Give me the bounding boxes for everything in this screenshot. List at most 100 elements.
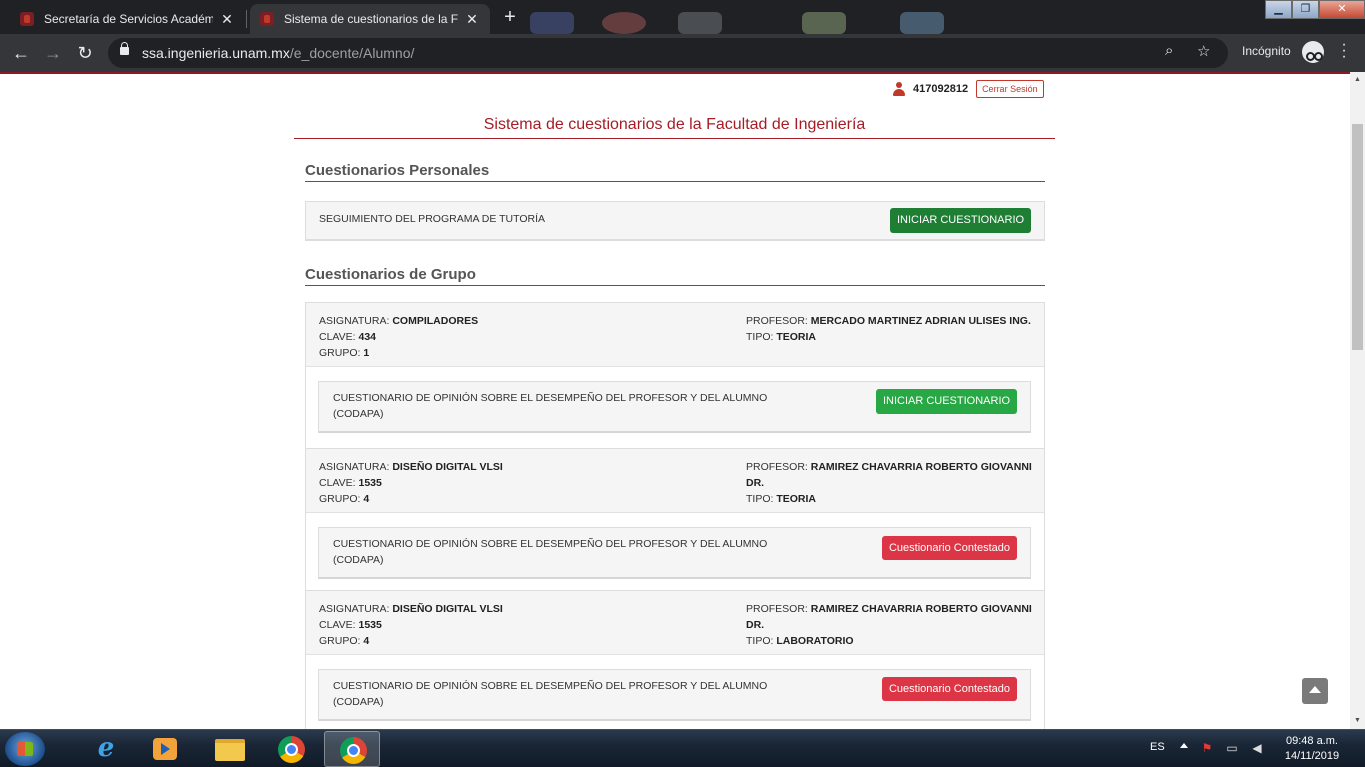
scrollbar-thumb[interactable] (1352, 124, 1363, 350)
close-tab-icon[interactable]: ✕ (219, 11, 235, 28)
url-text: ssa.ingenieria.unam.mx/e_docente/Alumno/ (142, 45, 414, 61)
windows-taskbar: e ES ⚑ ▭ ◀ 09:48 a.m. 14/11/2019 (0, 729, 1365, 767)
clock-time: 09:48 a.m. (1286, 735, 1338, 747)
tab-cuestionarios[interactable]: Sistema de cuestionarios de la Facultad … (250, 4, 490, 34)
subject-label: ASIGNATURA: (319, 315, 390, 327)
scroll-up-arrow-icon[interactable]: ▲ (1350, 72, 1365, 88)
volume-muted-icon[interactable]: ◀ (1250, 741, 1264, 755)
user-bar: 417092812 Cerrar Sesión (893, 79, 1044, 99)
section-divider (305, 181, 1045, 182)
group-label: GRUPO: (319, 635, 361, 647)
user-account-number: 417092812 (913, 83, 969, 95)
action-center-flag-icon[interactable]: ⚑ (1200, 741, 1214, 755)
incognito-label[interactable]: Incógnito (1242, 44, 1291, 58)
minimize-icon[interactable]: ▁ (1265, 0, 1292, 19)
url-host: ssa.ingenieria.unam.mx (142, 45, 290, 61)
menu-kebab-icon[interactable]: · · · (1338, 37, 1350, 65)
internet-explorer-icon: e (97, 733, 115, 763)
start-questionnaire-button[interactable]: INICIAR CUESTIONARIO (876, 389, 1017, 414)
reload-icon[interactable]: ↻ (72, 40, 98, 66)
code-label: CLAVE: (319, 619, 356, 631)
start-button[interactable] (5, 732, 45, 766)
back-arrow-icon[interactable]: ← (8, 40, 34, 66)
type-value: TEORIA (776, 493, 817, 505)
questionnaire-card: CUESTIONARIO DE OPINIÓN SOBRE EL DESEMPE… (318, 381, 1031, 433)
group-body: CUESTIONARIO DE OPINIÓN SOBRE EL DESEMPE… (306, 655, 1044, 729)
type-label: TIPO: (746, 635, 774, 647)
subject-value: DISEÑO DIGITAL VLSI (392, 603, 503, 615)
professor-value: MERCADO MARTINEZ ADRIAN ULISES ING. (810, 315, 1031, 327)
subject-label: ASIGNATURA: (319, 603, 390, 615)
questionnaire-name: SEGUIMIENTO DEL PROGRAMA DE TUTORÍA (319, 213, 545, 225)
group-card: ASIGNATURA: COMPILADORES CLAVE: 434 GRUP… (305, 302, 1045, 449)
subject-value: DISEÑO DIGITAL VLSI (392, 461, 503, 473)
type-value: LABORATORIO (776, 635, 854, 647)
group-label: GRUPO: (319, 493, 361, 505)
browser-toolbar: ← → ↻ ssa.ingenieria.unam.mx/e_docente/A… (0, 34, 1365, 72)
url-path: /e_docente/Alumno/ (289, 45, 415, 61)
address-bar[interactable]: ssa.ingenieria.unam.mx/e_docente/Alumno/… (108, 38, 1228, 68)
personal-questionnaire-card: SEGUIMIENTO DEL PROGRAMA DE TUTORÍA INIC… (305, 201, 1045, 241)
group-header: ASIGNATURA: DISEÑO DIGITAL VLSI CLAVE: 1… (306, 591, 1044, 655)
section-heading-group: Cuestionarios de Grupo (305, 266, 476, 283)
group-value: 4 (363, 635, 370, 647)
answered-status-button[interactable]: Cuestionario Contestado (882, 677, 1017, 701)
title-divider (294, 138, 1055, 139)
type-value: TEORIA (776, 331, 817, 343)
code-label: CLAVE: (319, 331, 356, 343)
group-header: ASIGNATURA: DISEÑO DIGITAL VLSI CLAVE: 1… (306, 449, 1044, 513)
questionnaire-name: CUESTIONARIO DE OPINIÓN SOBRE EL DESEMPE… (333, 392, 768, 420)
folder-icon (215, 739, 245, 761)
subject-label: ASIGNATURA: (319, 461, 390, 473)
chrome-icon (340, 737, 367, 764)
group-value: 1 (363, 347, 370, 359)
start-questionnaire-button[interactable]: INICIAR CUESTIONARIO (890, 208, 1031, 233)
forward-arrow-icon[interactable]: → (40, 40, 66, 66)
taskbar-file-explorer[interactable] (201, 731, 257, 767)
bookmark-star-icon[interactable]: ☆ (1197, 42, 1210, 60)
questionnaire-card: CUESTIONARIO DE OPINIÓN SOBRE EL DESEMPE… (318, 527, 1031, 579)
taskbar-chrome-incognito[interactable] (324, 731, 380, 767)
professor-label: PROFESOR: (746, 315, 808, 327)
tab-secretaria[interactable]: Secretaría de Servicios Académicos ✕ (10, 4, 245, 34)
page-title: Sistema de cuestionarios de la Facultad … (483, 116, 866, 133)
close-tab-icon[interactable]: ✕ (464, 11, 480, 28)
show-hidden-icons-icon[interactable] (1180, 743, 1188, 748)
answered-status-button[interactable]: Cuestionario Contestado (882, 536, 1017, 560)
questionnaire-card: CUESTIONARIO DE OPINIÓN SOBRE EL DESEMPE… (318, 669, 1031, 721)
unam-favicon-icon (260, 12, 274, 26)
new-tab-button[interactable]: + (498, 6, 522, 30)
group-body: CUESTIONARIO DE OPINIÓN SOBRE EL DESEMPE… (306, 513, 1044, 595)
type-label: TIPO: (746, 493, 774, 505)
questionnaire-name: CUESTIONARIO DE OPINIÓN SOBRE EL DESEMPE… (333, 538, 768, 566)
questionnaire-name: CUESTIONARIO DE OPINIÓN SOBRE EL DESEMPE… (333, 680, 768, 708)
incognito-icon[interactable] (1302, 41, 1324, 63)
code-value: 1535 (358, 477, 382, 489)
language-indicator[interactable]: ES (1150, 741, 1165, 753)
tab-title: Secretaría de Servicios Académicos (44, 12, 213, 26)
group-card: ASIGNATURA: DISEÑO DIGITAL VLSI CLAVE: 1… (305, 590, 1045, 729)
scroll-down-arrow-icon[interactable]: ▼ (1350, 713, 1365, 729)
tab-strip: Secretaría de Servicios Académicos ✕ Sis… (0, 0, 1365, 34)
group-label: GRUPO: (319, 347, 361, 359)
group-value: 4 (363, 493, 370, 505)
network-icon[interactable]: ▭ (1225, 741, 1239, 755)
page-scrollbar[interactable]: ▲ ▼ (1350, 72, 1365, 729)
taskbar-internet-explorer[interactable]: e (77, 731, 133, 767)
professor-label: PROFESOR: (746, 603, 808, 615)
taskbar-chrome[interactable] (263, 731, 319, 767)
close-window-icon[interactable]: ✕ (1319, 0, 1365, 19)
code-label: CLAVE: (319, 477, 356, 489)
maximize-icon[interactable]: ❐ (1292, 0, 1319, 19)
zoom-icon[interactable]: ⌕ (1165, 42, 1173, 59)
taskbar-media-player[interactable] (136, 731, 192, 767)
scroll-to-top-button[interactable] (1302, 678, 1328, 704)
professor-label: PROFESOR: (746, 461, 808, 473)
media-player-icon (153, 738, 177, 760)
user-icon (893, 82, 905, 96)
taskbar-clock[interactable]: 09:48 a.m. 14/11/2019 (1272, 734, 1352, 764)
logout-button[interactable]: Cerrar Sesión (976, 80, 1044, 98)
unam-favicon-icon (20, 12, 34, 26)
clock-date: 14/11/2019 (1284, 750, 1340, 762)
lock-icon (120, 42, 129, 55)
